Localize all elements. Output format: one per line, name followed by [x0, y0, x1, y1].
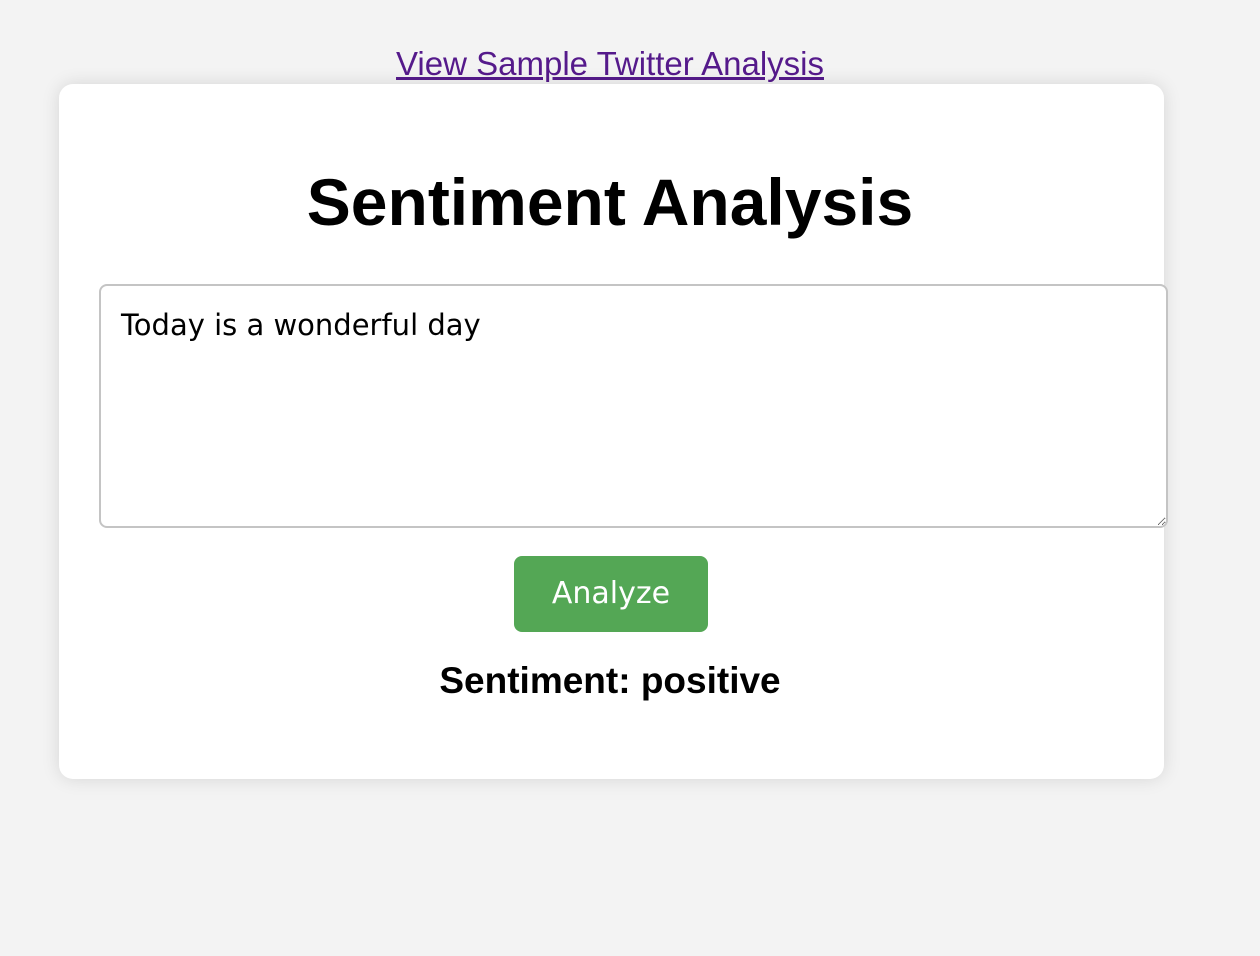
- view-sample-twitter-analysis-link[interactable]: View Sample Twitter Analysis: [396, 45, 824, 82]
- analyze-button[interactable]: Analyze: [514, 556, 708, 632]
- top-link-container: View Sample Twitter Analysis: [0, 44, 1220, 84]
- sentiment-text-input[interactable]: [99, 284, 1168, 528]
- text-input-container: [99, 284, 1168, 528]
- sentiment-result: Sentiment: positive: [439, 660, 781, 701]
